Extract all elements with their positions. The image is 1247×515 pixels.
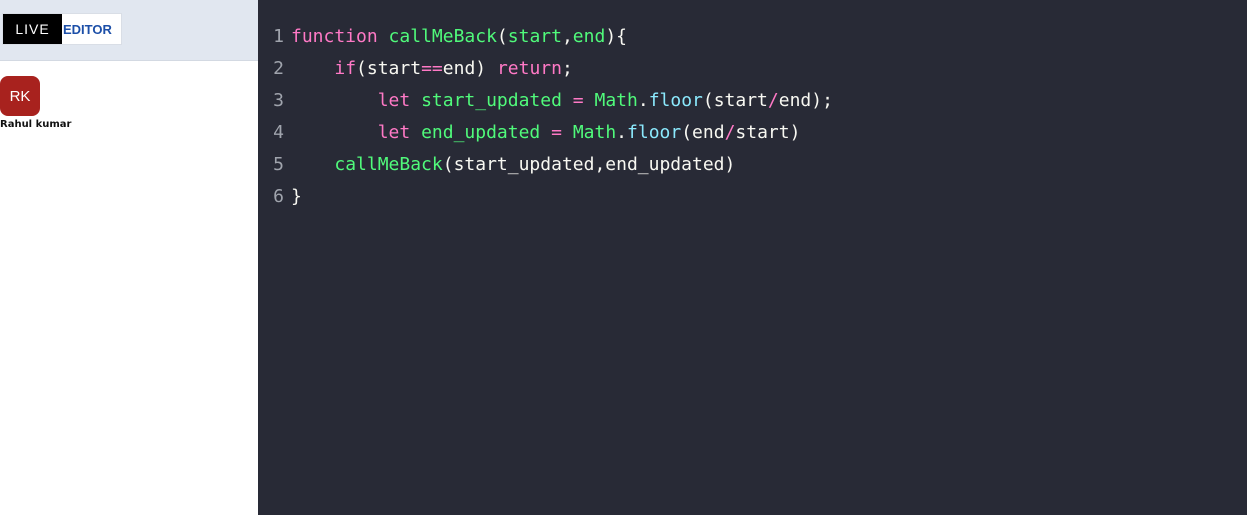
code-token: . [637,90,649,111]
code-token: Math [594,90,638,111]
code-token: / [767,90,779,111]
code-token: , [561,26,573,47]
code-line[interactable]: 6} [258,181,1247,213]
code-text[interactable]: if(start==end) return; [291,53,573,85]
code-editor[interactable]: 1 function callMeBack(start,end){2 if(sta… [258,0,1247,515]
code-line[interactable]: 1 function callMeBack(start,end){ [258,21,1247,53]
sidebar: LIVE EDITOR RK Rahul kumar [0,0,258,515]
code-line[interactable]: 2 if(start==end) return; [258,53,1247,85]
code-text[interactable]: } [291,181,302,213]
line-number: 1 [273,26,284,47]
code-text[interactable]: let end_updated = Math.floor(end/start) [291,117,801,149]
code-token: = [551,122,562,143]
sidebar-header: LIVE EDITOR [0,0,258,61]
code-token: (end [681,122,725,143]
code-token: start [507,26,562,47]
logo-editor-text: EDITOR [63,21,112,37]
code-text[interactable]: callMeBack(start_updated,end_updated) [291,149,735,181]
code-area[interactable]: 1 function callMeBack(start,end){2 if(sta… [258,21,1247,213]
user-name: Rahul kumar [0,119,72,130]
line-number: 6 [273,186,284,207]
connected-user: RK Rahul kumar [0,76,80,130]
code-token: end); [778,90,833,111]
logo-live-text: LIVE [3,14,62,44]
code-token: (start_updated,end_updated) [442,154,736,175]
code-token: floor [627,122,682,143]
code-token: let [377,90,411,111]
code-token: start) [735,122,801,143]
line-number: 2 [273,58,284,79]
code-line[interactable]: 4 let end_updated = Math.floor(end/start… [258,117,1247,149]
code-token: end [572,26,606,47]
line-number: 3 [273,90,284,111]
code-text[interactable]: function callMeBack(start,end){ [291,21,627,53]
code-line[interactable]: 3 let start_updated = Math.floor(start/e… [258,85,1247,117]
code-token: end_updated [421,122,541,143]
code-token: ){ [605,26,627,47]
code-token: function [291,26,378,47]
code-token: . [616,122,628,143]
code-token: ( [496,26,508,47]
code-token: return [496,58,562,79]
code-token: start_updated [421,90,562,111]
code-token: callMeBack [334,154,443,175]
line-number: 5 [273,154,284,175]
code-token: ; [561,58,573,79]
code-token: } [291,186,302,207]
app-logo: LIVE EDITOR [2,13,122,45]
code-token: if [334,58,357,79]
code-token: floor [648,90,703,111]
code-line[interactable]: 5 callMeBack(start_updated,end_updated) [258,149,1247,181]
code-token: end) [442,58,497,79]
code-token: Math [572,122,617,143]
code-token: == [421,58,443,79]
code-text[interactable]: let start_updated = Math.floor(start/end… [291,85,833,117]
code-token: callMeBack [388,26,497,47]
avatar: RK [0,76,40,116]
code-token: (start [702,90,768,111]
code-token: (start [356,58,422,79]
code-token: let [377,122,411,143]
code-token: = [572,90,584,111]
avatar-initials: RK [9,87,31,105]
line-number: 4 [273,122,284,143]
code-token: / [724,122,736,143]
